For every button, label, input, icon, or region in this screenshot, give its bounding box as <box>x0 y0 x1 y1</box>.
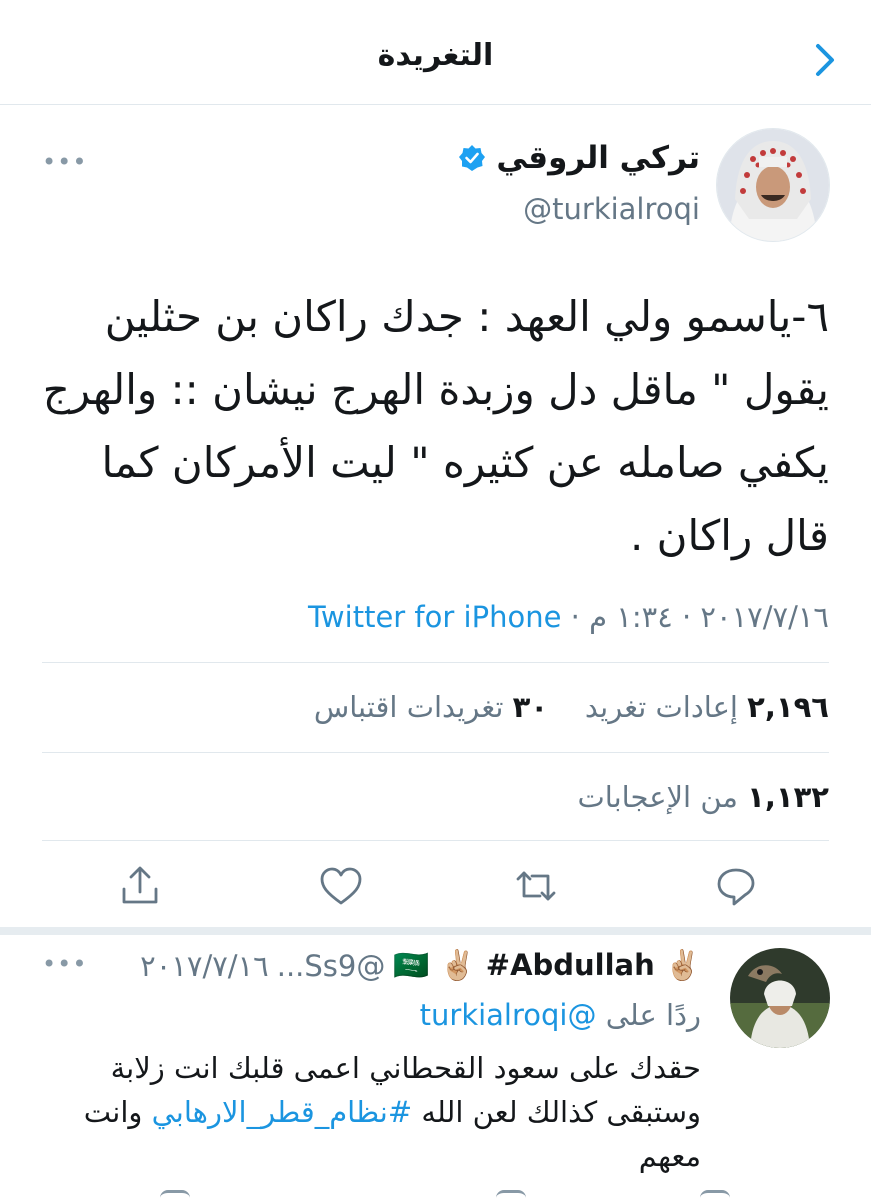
share-icon[interactable] <box>116 862 164 910</box>
reply-avatar[interactable] <box>730 948 830 1048</box>
retweet-icon[interactable] <box>512 862 560 910</box>
tweet-time: ١:٣٤ م <box>589 600 673 634</box>
likes-stat[interactable]: ١,١٣٢ من الإعجابات <box>577 780 829 814</box>
chevron-left-icon[interactable] <box>808 40 844 80</box>
divider <box>42 840 829 841</box>
author-handle[interactable]: @turkialroqi <box>523 192 700 226</box>
retweet-icon[interactable] <box>496 1190 526 1203</box>
quotes-count: ٣٠ <box>512 690 549 724</box>
verified-badge-icon <box>458 144 486 172</box>
section-separator <box>0 927 871 935</box>
avatar[interactable] <box>716 128 830 242</box>
likes-label: من الإعجابات <box>577 780 738 814</box>
more-dots-icon[interactable]: ••• <box>42 148 87 176</box>
retweets-label: إعادات تغريد <box>584 690 738 724</box>
replying-to: ردًا على @turkialroqi <box>420 998 701 1032</box>
replying-prefix: ردًا على <box>605 998 701 1032</box>
heart-icon[interactable] <box>317 862 365 910</box>
author-row: تركي الروقي <box>458 140 700 176</box>
likes-count: ١,١٣٢ <box>747 780 829 814</box>
quotes-label: تغريدات اقتباس <box>313 690 504 724</box>
divider <box>42 662 829 663</box>
reply-icon[interactable] <box>160 1190 190 1203</box>
reply-author-name[interactable]: ✌🏼 🇸🇦 ✌🏼 #Abdullah <box>393 948 701 983</box>
author-name[interactable]: تركي الروقي <box>496 140 700 176</box>
tweet-source-link[interactable]: Twitter for iPhone <box>308 600 561 634</box>
retweets-stat[interactable]: ٢,١٩٦ إعادات تغريد <box>585 690 829 724</box>
more-dots-icon[interactable]: ••• <box>42 950 87 978</box>
engagement-stats: ٢,١٩٦ إعادات تغريد ٣٠ تغريدات اقتباس <box>314 690 829 724</box>
reply-header: ✌🏼 🇸🇦 ✌🏼 #Abdullah @Ss9... ٢٠١٧/٧/١٦ <box>140 948 701 983</box>
tweet-meta: ٢٠١٧/٧/١٦ · ١:٣٤ م · Twitter for iPhone <box>308 600 829 634</box>
meta-separator: · <box>570 600 580 634</box>
heart-icon[interactable] <box>700 1190 730 1203</box>
tweet-text: ٦-ياسمو ولي العهد : جدك راكان بن حثلين ي… <box>42 292 829 560</box>
divider <box>42 752 829 753</box>
quotes-stat[interactable]: ٣٠ تغريدات اقتباس <box>314 690 548 724</box>
page-title: التغريدة <box>377 38 494 73</box>
hashtag-link[interactable]: #نظام_قطر_الارهابي <box>152 1095 413 1129</box>
reply-date: ٢٠١٧/٧/١٦ <box>140 948 269 983</box>
reply-handle[interactable]: @Ss9... <box>277 949 386 983</box>
replying-handle-link[interactable]: @turkialroqi <box>420 998 597 1032</box>
tweet-date: ٢٠١٧/٧/١٦ <box>700 600 829 634</box>
retweets-count: ٢,١٩٦ <box>747 690 829 724</box>
meta-separator: · <box>681 600 692 634</box>
reply-icon[interactable] <box>712 862 760 910</box>
reply-text: حقدك على سعود القحطاني اعمى قلبك انت زلا… <box>42 1046 701 1178</box>
